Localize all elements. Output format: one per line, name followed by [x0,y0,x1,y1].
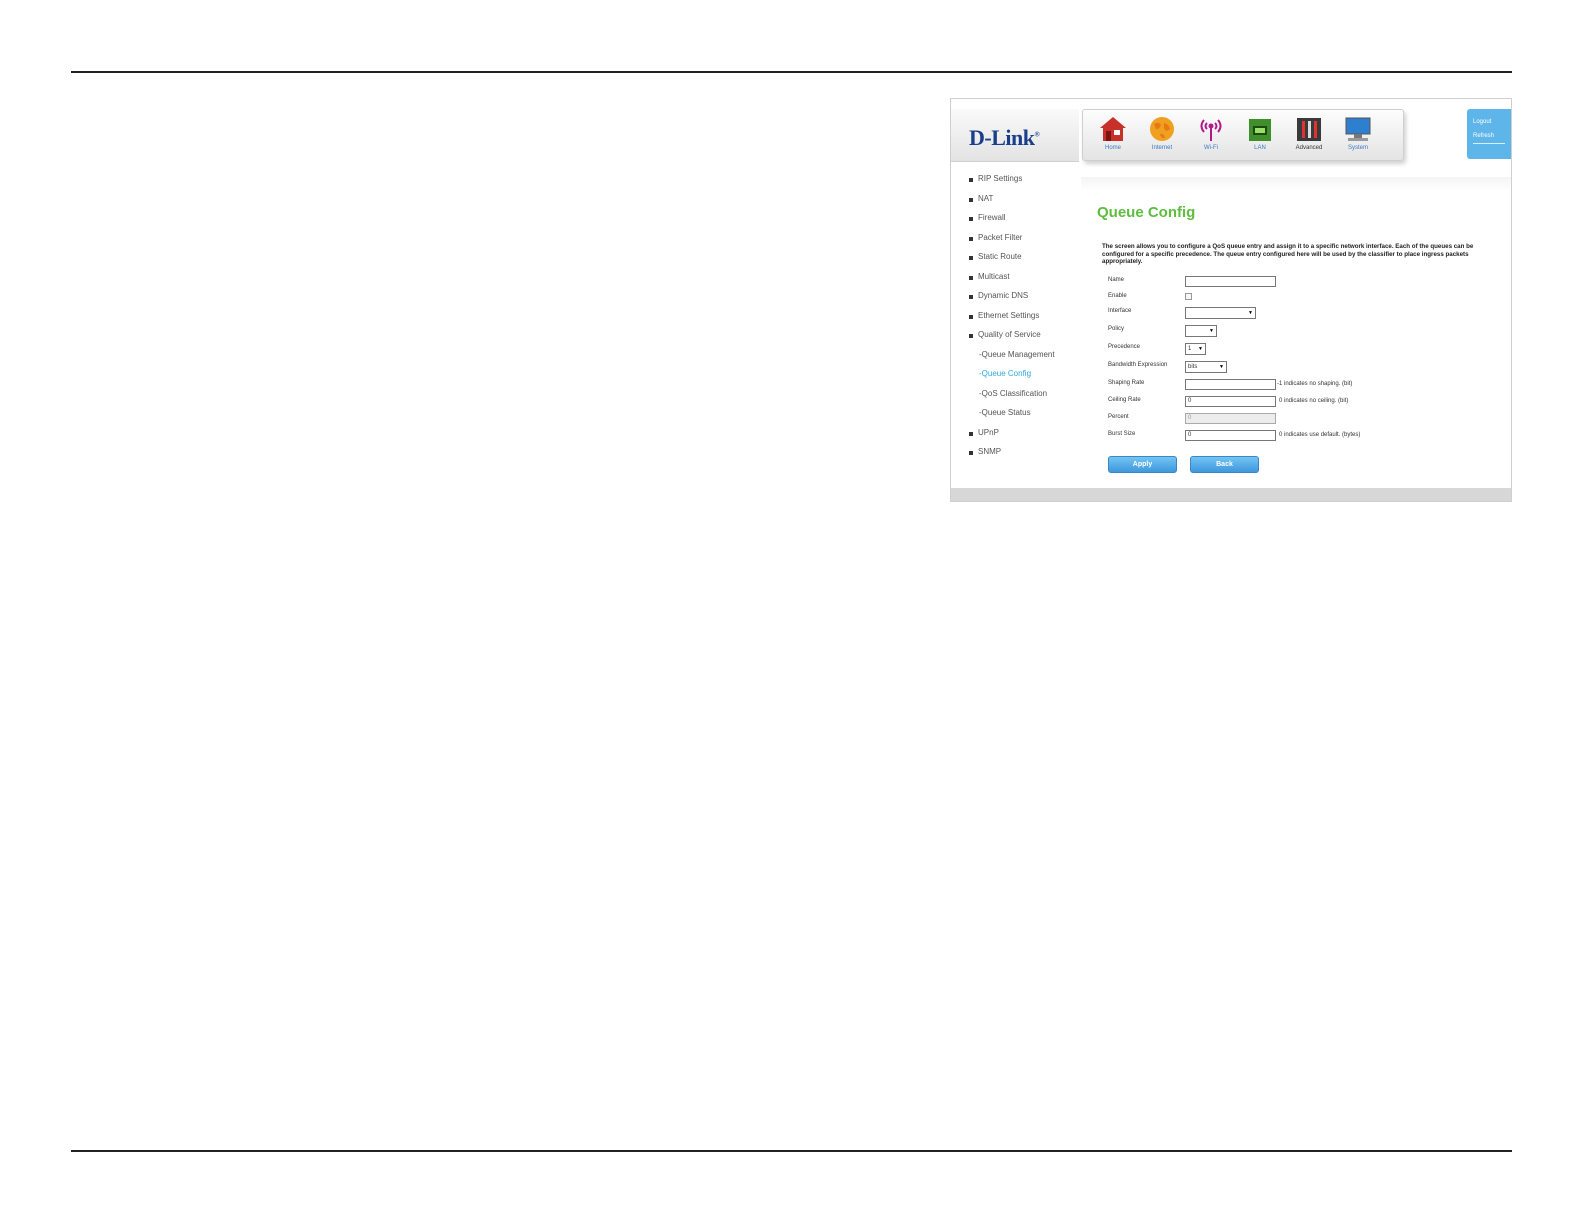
sidebar-item-firewall[interactable]: Firewall [961,213,1079,233]
nav-advanced[interactable]: Advanced [1287,115,1331,151]
sidebar-item-rip-settings[interactable]: RIP Settings [961,174,1079,194]
apply-button[interactable]: Apply [1108,456,1177,473]
sidebar-item-qos-classification[interactable]: -QoS Classification [961,389,1079,409]
bullet-icon [969,275,973,280]
burst-label: Burst Size [1108,431,1136,437]
sidebar-menu: RIP Settings NAT Firewall Packet Filter … [961,174,1079,467]
lan-icon [1249,119,1271,141]
nav-lan[interactable]: LAN [1238,115,1282,151]
ceiling-label: Ceiling Rate [1108,397,1141,403]
sidebar-item-quality-of-service[interactable]: Quality of Service [961,330,1079,350]
sidebar-item-queue-config[interactable]: -Queue Config [961,369,1079,389]
percent-label: Percent [1108,414,1129,420]
precedence-select[interactable]: 1 ▼ [1185,343,1206,355]
precedence-label: Precedence [1108,344,1141,350]
shaping-hint: -1 indicates no shaping. (bit) [1277,381,1353,387]
footer-strip [951,488,1511,501]
sidebar-item-packet-filter[interactable]: Packet Filter [961,233,1079,253]
nav-wifi[interactable]: Wi-Fi [1189,115,1233,151]
enable-checkbox[interactable] [1185,293,1192,300]
sidebar-item-ethernet-settings[interactable]: Ethernet Settings [961,311,1079,331]
sidebar-item-multicast[interactable]: Multicast [961,272,1079,292]
bullet-icon [969,295,973,299]
dropdown-arrow-icon: ▼ [1219,364,1224,370]
name-input[interactable] [1185,276,1276,287]
bullet-icon [969,314,973,319]
monitor-icon [1345,117,1371,141]
sidebar-item-static-route[interactable]: Static Route [961,252,1079,272]
logo-area: D-Link® [951,109,1079,162]
logout-link[interactable]: Logout [1473,119,1491,125]
sidebar-item-upnp[interactable]: UPnP [961,428,1079,448]
policy-select[interactable]: ▼ [1185,325,1217,337]
back-button[interactable]: Back [1190,456,1259,473]
bullet-icon [969,236,973,241]
page-title: Queue Config [1097,204,1196,221]
bandwidth-label: Bandwidth Expression [1108,362,1168,368]
refresh-link[interactable]: Refresh [1473,133,1494,139]
top-rule [71,71,1512,73]
wifi-icon [1200,119,1222,141]
bullet-icon [969,197,973,202]
bullet-icon [969,431,973,436]
bullet-icon [969,334,973,338]
percent-input: 0 [1185,413,1276,424]
bottom-rule [71,1150,1512,1152]
burst-size-input[interactable]: 0 [1185,430,1276,441]
sidebar-item-dynamic-dns[interactable]: Dynamic DNS [961,291,1079,311]
interface-select[interactable]: ▼ [1185,307,1256,319]
policy-label: Policy [1108,326,1125,332]
sidebar-item-snmp[interactable]: SNMP [961,447,1079,467]
top-nav: Home Internet Wi-Fi LAN Advanced System [1082,109,1404,161]
nav-system[interactable]: System [1336,115,1380,151]
bandwidth-select[interactable]: bits ▼ [1185,361,1227,373]
home-icon [1100,117,1126,141]
burst-hint: 0 indicates use default. (bytes) [1279,432,1361,438]
router-screenshot: D-Link® Home Internet Wi-Fi LAN Advanced… [950,98,1512,502]
nav-home[interactable]: Home [1091,115,1135,151]
sidebar-item-queue-management[interactable]: -Queue Management [961,350,1079,370]
main-content: Queue Config The screen allows you to co… [1081,177,1511,487]
bullet-icon [969,451,973,455]
panel-divider [1473,143,1505,144]
interface-label: Interface [1108,308,1132,314]
dropdown-arrow-icon: ▼ [1209,328,1214,334]
sidebar-item-nat[interactable]: NAT [961,194,1079,214]
bullet-icon [969,217,973,221]
dlink-logo: D-Link® [969,125,1040,150]
sidebar-item-queue-status[interactable]: -Queue Status [961,408,1079,428]
shaping-label: Shaping Rate [1108,380,1145,386]
bullet-icon [969,256,973,260]
tools-icon [1297,118,1321,141]
nav-internet[interactable]: Internet [1140,115,1184,151]
shaping-rate-input[interactable] [1185,379,1276,390]
ceiling-rate-input[interactable]: 0 [1185,396,1276,407]
ceiling-hint: 0 indicates no ceiling. (bit) [1279,398,1349,404]
name-label: Name [1108,277,1125,283]
dropdown-arrow-icon: ▼ [1198,346,1203,352]
dropdown-arrow-icon: ▼ [1248,310,1253,316]
bullet-icon [969,178,973,182]
page-description: The screen allows you to configure a QoS… [1102,243,1474,265]
enable-label: Enable [1108,293,1127,299]
account-panel: Logout Refresh [1467,109,1511,159]
globe-icon [1150,117,1174,141]
